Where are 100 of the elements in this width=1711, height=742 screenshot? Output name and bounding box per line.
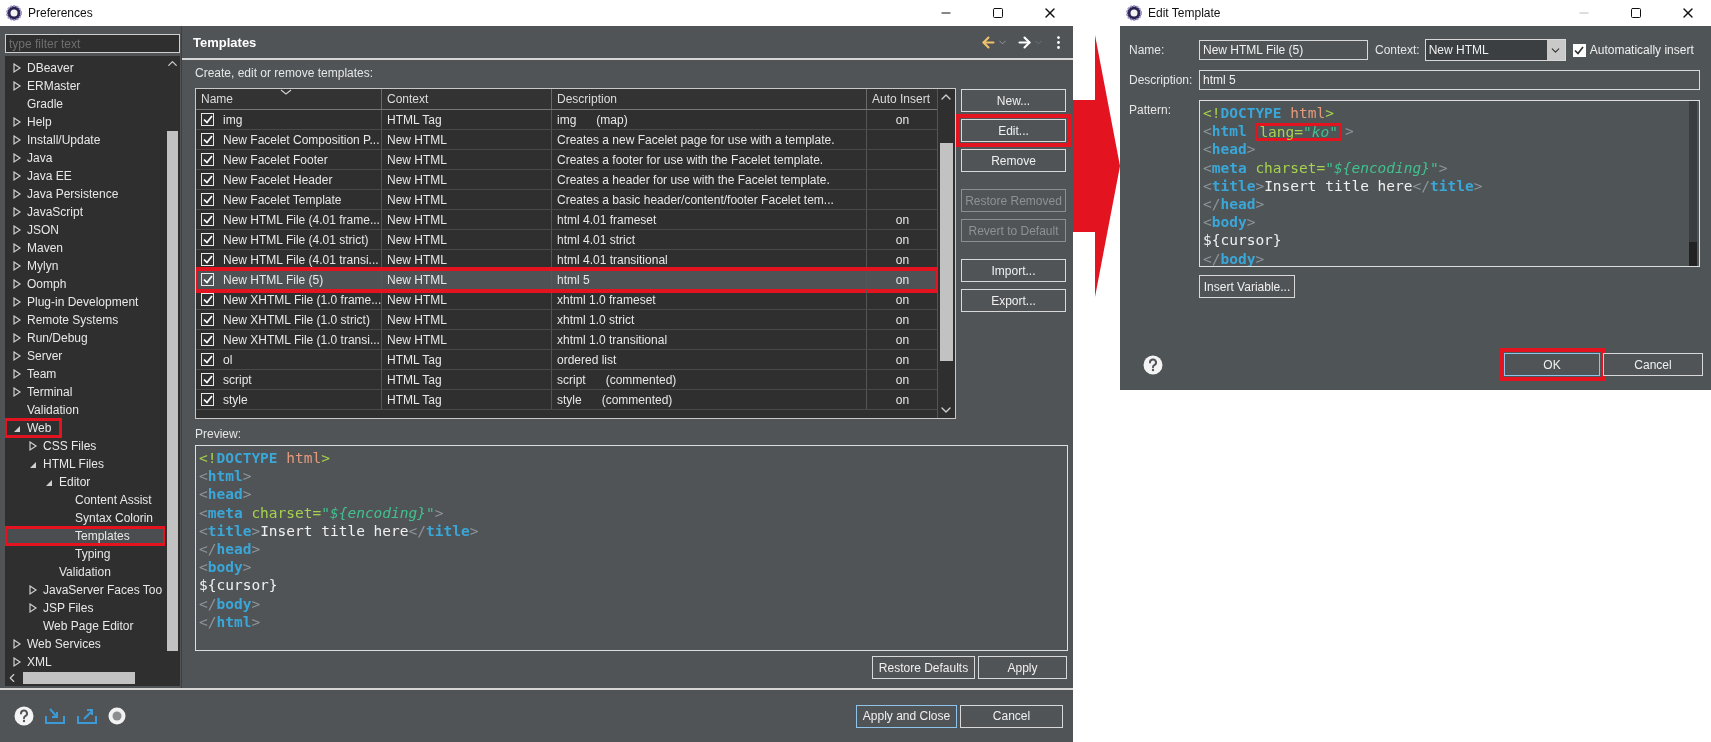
tree-item[interactable]: XML [5,653,62,670]
tree-item[interactable]: Run/Debug [5,329,98,347]
help-icon[interactable] [14,706,34,726]
tree-item[interactable]: Gradle [5,95,74,113]
tree-item[interactable]: JSP Files [5,599,104,617]
vertical-scrollbar[interactable] [1689,101,1697,266]
page-title: Templates [193,34,258,50]
tree-item[interactable]: Help [5,113,62,131]
column-header[interactable]: Context [382,89,552,109]
checkbox[interactable] [201,253,214,266]
tree-item[interactable]: Java EE [5,167,82,185]
auto-insert-checkbox[interactable]: Automatically insert [1572,43,1694,57]
context-select[interactable]: New HTML [1424,39,1566,61]
table-cell: ol [223,352,233,367]
tree-item[interactable]: JavaScript [5,203,94,221]
tree-item[interactable]: Web Page Editor [5,617,144,635]
checkbox[interactable] [201,213,214,226]
action-button[interactable]: Remove [961,149,1066,172]
tree-item[interactable]: Java Persistence [5,185,129,203]
scroll-thumb[interactable] [23,672,135,684]
dialog-button[interactable]: Cancel [960,704,1063,728]
tree-item[interactable]: Team [5,365,67,383]
back-arrow-icon[interactable] [980,33,997,51]
tree-item[interactable]: Validation [5,401,89,419]
checkbox[interactable] [201,393,214,406]
name-field[interactable]: New HTML File (5) [1199,40,1368,60]
table-row[interactable]: New Facelet Composition P... New HTML Creates a new Facelet page for use with a template. [196,130,937,150]
table-row[interactable]: New Facelet Header New HTML Creates a header for use with the Facelet template. [196,170,937,190]
checkbox[interactable] [201,273,214,286]
table-row[interactable]: New Facelet Footer New HTML Creates a footer for use with the Facelet template. [196,150,937,170]
checkbox[interactable] [201,233,214,246]
tree-item[interactable]: Content Assist [5,491,162,509]
column-header[interactable]: Name [196,89,382,109]
checkbox[interactable] [201,333,214,346]
tree-item[interactable]: JSON [5,221,69,239]
scroll-thumb[interactable] [940,143,953,361]
checkbox[interactable] [201,173,214,186]
tree-item[interactable]: Java [5,149,63,167]
checkbox[interactable] [201,113,214,126]
table-row[interactable]: New HTML File (5) New HTML html 5 on [196,270,937,290]
table-row[interactable]: New XHTML File (1.0 strict) New HTML xhtml 1.0 strict on [196,310,937,330]
table-row[interactable]: New XHTML File (1.0 frame... New HTML xhtml 1.0 frameset on [196,290,937,310]
tree-item[interactable]: Templates [5,527,165,545]
page-button[interactable]: Apply [978,656,1067,679]
action-button[interactable]: New... [961,89,1066,112]
tree-item[interactable]: Syntax Colorin [5,509,164,527]
tree-item[interactable]: Typing [5,545,121,563]
tree-item[interactable]: Server [5,347,73,365]
tree-item[interactable]: Remote Systems [5,311,129,329]
filter-field[interactable]: type filter text [5,34,180,53]
tree-item[interactable]: Terminal [5,383,83,401]
dialog-button[interactable]: Apply and Close [856,704,957,728]
checkbox[interactable] [201,193,214,206]
tree-item[interactable]: ERMaster [5,77,91,95]
description-field[interactable]: html 5 [1199,70,1700,90]
tree-item[interactable]: Validation [5,563,121,581]
tree-item[interactable]: Oomph [5,275,77,293]
table-row[interactable]: img HTML Tag img (map) on [196,110,937,130]
insert-variable-button[interactable]: Insert Variable... [1199,275,1295,298]
table-row[interactable]: ol HTML Tag ordered list on [196,350,937,370]
table-row[interactable]: New XHTML File (1.0 transi... New HTML xhtml 1.0 transitional on [196,330,937,350]
tree-item[interactable]: Web [5,419,62,437]
table-row[interactable]: script HTML Tag script (commented) on [196,370,937,390]
action-button[interactable]: Export... [961,289,1066,312]
scroll-thumb[interactable] [1689,242,1697,266]
record-icon[interactable] [108,707,126,725]
table-row[interactable]: New Facelet Template New HTML Creates a basic header/content/footer Facelet tem... [196,190,937,210]
checkbox[interactable] [201,313,214,326]
tree-item[interactable]: Editor [5,473,101,491]
table-row[interactable]: New HTML File (4.01 frame... New HTML html 4.01 frameset on [196,210,937,230]
import-icon[interactable] [44,706,66,726]
vertical-scrollbar[interactable] [937,89,955,418]
tree-item[interactable]: CSS Files [5,437,107,455]
page-button[interactable]: Restore Defaults [872,656,975,679]
tree-item[interactable]: Mylyn [5,257,69,275]
pattern-editor[interactable]: <!DOCTYPE html> <html lang="ko" > <head> <meta charset="${encoding}"> <title>Insert title here</title> </head> <body> ${cursor} </body> [1199,100,1700,267]
scroll-thumb[interactable] [167,131,178,651]
field-label: Name: [1129,43,1166,57]
column-header[interactable]: Description [552,89,867,109]
tree-item[interactable]: Web Services [5,635,111,653]
table-row[interactable]: New HTML File (4.01 strict) New HTML html 4.01 strict on [196,230,937,250]
table-row[interactable]: style HTML Tag style (commented) on [196,390,937,410]
tree-item[interactable]: HTML Files [5,455,114,473]
checkbox[interactable] [201,133,214,146]
forward-arrow-icon[interactable] [1016,33,1033,51]
export-icon[interactable] [76,706,98,726]
checkbox[interactable] [201,373,214,386]
checkbox[interactable] [201,153,214,166]
dialog-button[interactable]: Cancel [1603,353,1703,376]
checkbox[interactable] [201,353,214,366]
help-icon[interactable] [1143,354,1163,375]
checkbox[interactable] [201,293,214,306]
tree-item[interactable]: Plug-in Development [5,293,149,311]
tree-item[interactable]: Maven [5,239,74,257]
tree-item[interactable]: Install/Update [5,131,111,149]
tree-item[interactable]: DBeaver [5,59,84,77]
column-header[interactable]: Auto Insert [867,89,937,109]
table-cell: New XHTML File (1.0 transi... [223,332,380,347]
action-button[interactable]: Import... [961,259,1066,282]
tree-item[interactable]: JavaServer Faces Too [5,581,165,599]
